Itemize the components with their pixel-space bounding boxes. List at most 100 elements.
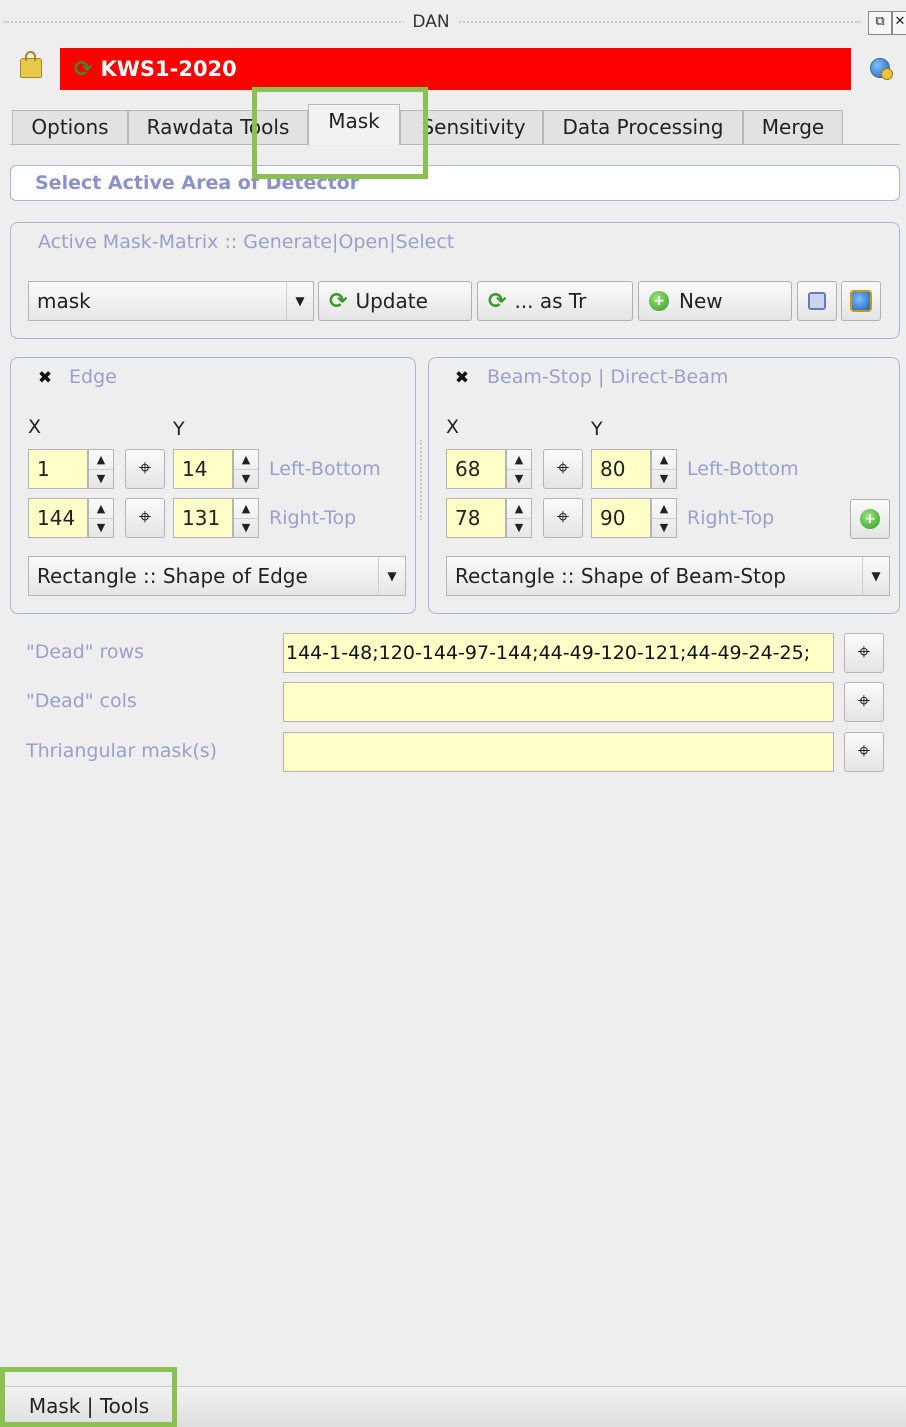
window-title: DAN (0, 12, 862, 32)
arrow-down-icon[interactable]: ▼ (234, 518, 258, 537)
arrow-down-icon[interactable]: ▼ (507, 518, 531, 537)
as-tr-button[interactable]: ⟳ ... as Tr (477, 281, 633, 321)
open-search-icon (850, 290, 872, 312)
new-label: New (679, 289, 723, 313)
edge-right-top-x-stepper[interactable]: ▲ ▼ (88, 498, 114, 538)
mask-matrix-selected: mask (37, 289, 91, 313)
beamstop-shape-select[interactable]: Rectangle :: Shape of Beam-Stop ▼ (446, 556, 890, 596)
page-title: Select Active Area of Detector (10, 165, 900, 201)
arrow-up-icon[interactable]: ▲ (507, 450, 531, 470)
globe-search-icon[interactable] (870, 58, 893, 80)
dead-cols-label: "Dead" cols (26, 690, 137, 712)
save-mask-button[interactable] (797, 281, 837, 321)
arrow-down-icon[interactable]: ▼ (507, 469, 531, 488)
chevron-down-icon: ▼ (286, 282, 313, 320)
float-window-icon[interactable]: ⧉ (868, 11, 892, 35)
edge-left-bottom-x-stepper[interactable]: ▲ ▼ (88, 449, 114, 489)
lock-icon[interactable] (20, 51, 42, 78)
beamstop-shape-selected: Rectangle :: Shape of Beam-Stop (455, 564, 786, 588)
mask-tab-highlight (252, 87, 428, 179)
as-tr-label: ... as Tr (514, 289, 587, 313)
save-icon (808, 292, 826, 310)
arrow-up-icon[interactable]: ▲ (234, 450, 258, 470)
crosshair-icon[interactable]: ⌖ (543, 449, 583, 489)
crosshair-icon[interactable]: ⌖ (543, 498, 583, 538)
arrow-up-icon[interactable]: ▲ (234, 499, 258, 519)
beamstop-left-bottom-x-stepper[interactable]: ▲ ▼ (506, 449, 532, 489)
beamstop-left-bottom-y-stepper[interactable]: ▲ ▼ (651, 449, 677, 489)
beamstop-x-label: X (446, 416, 460, 438)
sync-icon: ⟳ (74, 56, 93, 82)
crosshair-icon[interactable]: ⌖ (844, 633, 884, 673)
arrow-down-icon[interactable]: ▼ (652, 469, 676, 488)
new-button[interactable]: + New (638, 281, 792, 321)
dead-rows-input[interactable]: 144-1-48;120-144-97-144;44-49-120-121;44… (283, 633, 834, 673)
beamstop-title: Beam-Stop | Direct-Beam (487, 366, 729, 388)
instrument-name: KWS1-2020 (100, 57, 237, 81)
chevron-down-icon: ▼ (862, 557, 889, 595)
triangular-mask-input[interactable] (283, 732, 834, 772)
dead-cols-input[interactable] (283, 682, 834, 722)
mask-matrix-title: Active Mask-Matrix :: Generate|Open|Sele… (38, 231, 455, 253)
beamstop-right-top-x-input[interactable]: 78 (446, 498, 506, 538)
mask-matrix-select[interactable]: mask ▼ (28, 281, 314, 321)
edge-right-top-y-stepper[interactable]: ▲ ▼ (233, 498, 259, 538)
edge-shape-selected: Rectangle :: Shape of Edge (37, 564, 308, 588)
close-icon[interactable]: ✕ (892, 11, 906, 35)
beamstop-right-top-y-input[interactable]: 90 (591, 498, 651, 538)
arrow-up-icon[interactable]: ▲ (89, 499, 113, 519)
sync-icon: ⟳ (488, 288, 507, 314)
edge-left-bottom-label: Left-Bottom (269, 458, 381, 480)
crosshair-icon[interactable]: ⌖ (844, 682, 884, 722)
beamstop-y-label: Y (591, 418, 603, 440)
edge-x-label: X (28, 416, 42, 438)
arrow-up-icon[interactable]: ▲ (652, 450, 676, 470)
beamstop-apply-button[interactable]: + (850, 499, 890, 539)
edge-checkbox[interactable]: ✖ (36, 369, 54, 387)
sync-icon: ⟳ (329, 288, 348, 314)
edge-left-bottom-x-input[interactable]: 1 (28, 449, 88, 489)
edge-right-top-y-input[interactable]: 131 (173, 498, 233, 538)
edge-right-top-label: Right-Top (269, 507, 357, 529)
beamstop-left-bottom-x-input[interactable]: 68 (446, 449, 506, 489)
arrow-up-icon[interactable]: ▲ (89, 450, 113, 470)
triangular-mask-label: Thriangular mask(s) (26, 740, 218, 762)
edge-shape-select[interactable]: Rectangle :: Shape of Edge ▼ (28, 556, 406, 596)
arrow-up-icon[interactable]: ▲ (507, 499, 531, 519)
dead-rows-label: "Dead" rows (26, 641, 144, 663)
crosshair-icon[interactable]: ⌖ (125, 449, 165, 489)
edge-left-bottom-y-stepper[interactable]: ▲ ▼ (233, 449, 259, 489)
arrow-down-icon[interactable]: ▼ (89, 469, 113, 488)
crosshair-icon[interactable]: ⌖ (844, 732, 884, 772)
tab-baseline (10, 144, 900, 145)
edge-y-label: Y (173, 418, 185, 440)
mask-tools-highlight (0, 1367, 177, 1427)
beamstop-right-top-label: Right-Top (687, 507, 775, 529)
beamstop-checkbox[interactable]: ✖ (453, 369, 471, 387)
instrument-banner: ⟳ KWS1-2020 (60, 48, 851, 90)
arrow-up-icon[interactable]: ▲ (652, 499, 676, 519)
edge-left-bottom-y-input[interactable]: 14 (173, 449, 233, 489)
tab-merge[interactable]: Merge (743, 110, 843, 144)
add-icon: + (649, 291, 669, 311)
beamstop-right-top-x-stepper[interactable]: ▲ ▼ (506, 498, 532, 538)
beamstop-right-top-y-stepper[interactable]: ▲ ▼ (651, 498, 677, 538)
open-mask-button[interactable] (841, 281, 881, 321)
crosshair-icon[interactable]: ⌖ (125, 498, 165, 538)
arrow-down-icon[interactable]: ▼ (652, 518, 676, 537)
beamstop-left-bottom-y-input[interactable]: 80 (591, 449, 651, 489)
edge-right-top-x-input[interactable]: 144 (28, 498, 88, 538)
arrow-down-icon[interactable]: ▼ (234, 469, 258, 488)
arrow-down-icon[interactable]: ▼ (89, 518, 113, 537)
update-label: Update (355, 289, 428, 313)
tab-sensitivity-label: Sensitivity (421, 115, 526, 139)
add-icon: + (860, 509, 880, 529)
title-bar: DAN ⧉ ✕ (0, 8, 906, 36)
update-button[interactable]: ⟳ Update (318, 281, 472, 321)
beamstop-left-bottom-label: Left-Bottom (687, 458, 799, 480)
chevron-down-icon: ▼ (378, 557, 405, 595)
tab-data-processing[interactable]: Data Processing (543, 110, 743, 144)
edge-title: Edge (69, 366, 117, 388)
tab-options[interactable]: Options (12, 110, 128, 144)
panel-splitter[interactable] (420, 440, 424, 520)
